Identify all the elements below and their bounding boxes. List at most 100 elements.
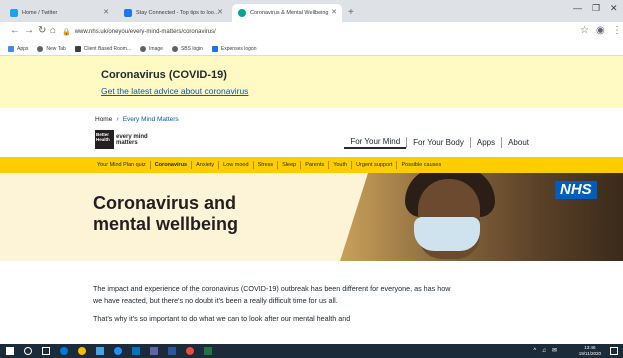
subnav-anxiety[interactable]: Anxiety [191,161,218,169]
minimize-icon[interactable]: — [573,3,582,13]
breadcrumb-current[interactable]: Every Mind Matters [123,116,179,123]
subnav-your-mind-plan-quiz[interactable]: Your Mind Plan quiz [97,161,150,169]
apps-grid-icon [8,45,14,52]
internet-explorer-icon[interactable] [114,347,122,355]
url-text: www.nhs.uk/oneyou/every-mind-matters/cor… [74,29,216,35]
subnav-coronavirus[interactable]: Coronavirus [149,161,191,169]
bookmark-site-icon [211,45,218,52]
page-title: Coronavirus and mental wellbeing [93,193,238,235]
globe-icon [140,45,147,52]
star-icon[interactable]: ☆ [580,25,589,36]
nav-for-your-mind[interactable]: For Your Mind [344,136,407,149]
bookmark-label: Apps [17,45,29,52]
nhs-favicon-icon [238,9,246,17]
facebook-icon [124,9,132,17]
task-view-icon[interactable] [42,347,50,355]
every-mind-matters-logo[interactable]: Better Health every mind matters [95,130,148,149]
subnav-sleep[interactable]: Sleep [277,161,300,169]
subnav-possible-causes[interactable]: Possible causes [396,161,445,169]
maximize-icon[interactable]: ❐ [592,3,600,14]
outlook-icon[interactable] [132,347,140,355]
better-health-logo: Better Health [95,130,114,149]
bookmark-label: Client Based Room... [83,45,132,52]
banner-title: Coronavirus (COVID-19) [101,69,227,81]
bookmark-client-based-room[interactable]: Client Based Room... [74,45,132,52]
bookmark-apps[interactable]: Apps [8,45,29,52]
windows-start-icon[interactable] [6,347,14,355]
bookmark-sbs-login[interactable]: SBS login [171,45,203,52]
subnav-stress[interactable]: Stress [252,161,278,169]
bookmarks-bar: Apps New Tab Client Based Room... Image … [0,42,623,56]
window-close-icon[interactable]: ✕ [610,3,618,14]
notifications-icon[interactable] [610,347,618,355]
browser-tab-coronavirus[interactable]: Coronavirus & Mental Wellbeing ✕ [232,4,342,22]
chevron-right-icon: › [116,116,119,123]
logo-box-line2: Health [96,137,110,142]
bookmark-site-icon [74,45,81,52]
nav-apps[interactable]: Apps [469,137,501,148]
system-tray-icons[interactable]: ^ ♫ ✉ [533,347,559,354]
file-explorer-icon[interactable] [96,347,104,355]
address-bar-row: ← → ↻ ⌂ 🔒 www.nhs.uk/oneyou/every-mind-m… [0,22,623,42]
url-field[interactable]: 🔒 www.nhs.uk/oneyou/every-mind-matters/c… [62,25,562,39]
article-paragraph: That's why it's so important to do what … [93,314,351,323]
page-title-line1: Coronavirus and [93,193,237,213]
subnav-youth[interactable]: Youth [328,161,351,169]
close-icon[interactable]: ✕ [217,4,223,22]
logo-text-line2: matters [116,139,138,146]
tab-title: Home / Twitter [22,10,58,16]
nav-for-your-body[interactable]: For Your Body [406,137,470,148]
bookmark-label: New Tab [46,45,66,52]
menu-icon[interactable]: ⋮ [612,25,622,36]
subnav-low-mood[interactable]: Low mood [218,161,252,169]
logo-text-line1: every mind [116,133,148,140]
browser-tab-twitter[interactable]: Home / Twitter ✕ [4,4,114,22]
profile-icon[interactable]: ◉ [596,25,605,36]
word-icon[interactable] [168,347,176,355]
tab-title: Coronavirus & Mental Wellbeing [250,10,329,16]
reload-icon[interactable]: ↻ [38,25,46,36]
bookmark-new-tab[interactable]: New Tab [37,45,66,52]
lock-icon: 🔒 [62,29,71,36]
bookmark-label: SBS login [180,45,203,52]
browser-tab-strip: Home / Twitter ✕ Stay Connected - Top ti… [0,0,623,22]
bookmark-label: Image [149,45,163,52]
subnav-urgent-support[interactable]: Urgent support [351,161,396,169]
bookmark-expenses-logon[interactable]: Expenses logon [211,45,257,52]
chrome-icon[interactable] [78,347,86,355]
article-paragraph: The impact and experience of the coronav… [93,284,451,305]
logo-text: every mind matters [116,134,148,146]
edge-icon[interactable] [60,347,68,355]
globe-icon [37,45,44,52]
nav-about[interactable]: About [501,137,535,148]
tab-title: Stay Connected - Top tips to loo… [136,10,220,16]
hero-face-mask [414,217,480,251]
new-tab-button[interactable]: + [348,4,354,22]
system-clock[interactable]: 13:46 19/11/2020 [579,345,601,357]
banner-advice-link[interactable]: Get the latest advice about coronavirus [101,86,248,96]
close-icon[interactable]: ✕ [331,4,337,22]
article-body: The impact and experience of the coronav… [93,283,453,325]
nhs-logo: NHS [555,181,597,199]
breadcrumb-home[interactable]: Home [95,116,112,123]
browser-tab-stay-connected[interactable]: Stay Connected - Top tips to loo… ✕ [118,4,228,22]
bookmark-image[interactable]: Image [140,45,163,52]
photos-icon[interactable] [186,347,194,355]
windows-taskbar: ^ ♫ ✉ 13:46 19/11/2020 [0,344,623,358]
subnav-parents[interactable]: Parents [300,161,328,169]
sub-navigation: Your Mind Plan quiz Coronavirus Anxiety … [0,157,623,173]
globe-icon [171,45,178,52]
teams-icon[interactable] [150,347,158,355]
hero-section: Coronavirus and mental wellbeing NHS [0,173,623,261]
main-navigation: For Your Mind For Your Body Apps About [344,136,535,149]
bookmark-label: Expenses logon [220,45,257,52]
close-icon[interactable]: ✕ [103,4,109,22]
search-icon[interactable] [24,347,32,355]
forward-arrow-icon[interactable]: → [24,25,34,36]
breadcrumb: Home › Every Mind Matters [95,116,179,123]
excel-icon[interactable] [204,347,212,355]
home-icon[interactable]: ⌂ [50,25,56,36]
back-arrow-icon[interactable]: ← [10,25,20,36]
page-title-line2: mental wellbeing [93,214,239,234]
twitter-icon [10,9,18,17]
